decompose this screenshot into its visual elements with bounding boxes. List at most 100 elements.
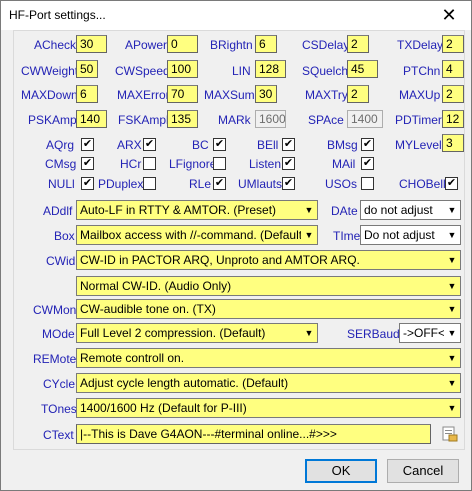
arx-label: ARX bbox=[117, 138, 142, 152]
cwweight-field[interactable]: 50 bbox=[76, 60, 98, 78]
cwmoni-value: CW-audible tone on. (TX) bbox=[80, 302, 216, 316]
rle-checkbox[interactable]: ✔ bbox=[213, 177, 226, 190]
tones-label: TOnes bbox=[41, 402, 77, 416]
fskampl-field[interactable]: 135 bbox=[167, 110, 198, 128]
pduplex-checkbox[interactable] bbox=[143, 177, 156, 190]
tones-select[interactable]: 1400/1600 Hz (Default for P-III) ▼ bbox=[76, 398, 461, 418]
chobell-label: CHOBell bbox=[399, 177, 446, 191]
pduplex-label: PDuplex bbox=[98, 177, 144, 191]
space-field: 1400 bbox=[347, 110, 383, 128]
bc-label: BC bbox=[192, 138, 209, 152]
maxerror-field[interactable]: 70 bbox=[167, 85, 198, 103]
umlauts-checkbox[interactable]: ✔ bbox=[282, 177, 295, 190]
csdelay-field[interactable]: 2 bbox=[347, 35, 369, 53]
maxup-label: MAXUp bbox=[399, 88, 441, 102]
cmsg-checkbox[interactable]: ✔ bbox=[81, 157, 94, 170]
pdtimer-field[interactable]: 12 bbox=[442, 110, 464, 128]
cwid-select[interactable]: CW-ID in PACTOR ARQ, Unproto and AMTOR A… bbox=[76, 250, 461, 270]
hcr-label: HCr bbox=[120, 157, 142, 171]
chevron-down-icon[interactable]: ▼ bbox=[444, 277, 460, 295]
brightn-field[interactable]: 6 bbox=[255, 35, 277, 53]
cancel-button[interactable]: Cancel bbox=[387, 459, 459, 483]
chevron-down-icon[interactable]: ▼ bbox=[444, 324, 460, 342]
cycle-select[interactable]: Adjust cycle length automatic. (Default)… bbox=[76, 373, 461, 393]
cwmoni-select[interactable]: CW-audible tone on. (TX) ▼ bbox=[76, 299, 461, 319]
title-bar: HF-Port settings... ✕ bbox=[1, 1, 471, 30]
cwid-mode-select[interactable]: Normal CW-ID. (Audio Only) ▼ bbox=[76, 276, 461, 296]
time-value: Do not adjust bbox=[364, 228, 435, 242]
aqrg-label: AQrg bbox=[46, 138, 75, 152]
close-icon[interactable]: ✕ bbox=[427, 1, 471, 30]
check-icon: ✔ bbox=[214, 138, 225, 150]
window-title: HF-Port settings... bbox=[9, 8, 106, 22]
nuli-checkbox[interactable]: ✔ bbox=[81, 177, 94, 190]
adelf-label: ADdlf bbox=[43, 204, 73, 218]
chevron-down-icon[interactable]: ▼ bbox=[444, 226, 460, 244]
arx-checkbox[interactable]: ✔ bbox=[143, 138, 156, 151]
cmsg-label: CMsg bbox=[45, 157, 77, 171]
pskampl-field[interactable]: 140 bbox=[76, 110, 107, 128]
hcr-checkbox[interactable] bbox=[143, 157, 156, 170]
lfignore-checkbox[interactable] bbox=[213, 157, 226, 170]
mark-label: MARk bbox=[218, 113, 251, 127]
serbaud-select[interactable]: ->OFF<- ▼ bbox=[399, 323, 461, 343]
time-select[interactable]: Do not adjust ▼ bbox=[360, 225, 461, 245]
cwspeed-label: CWSpeed bbox=[115, 64, 170, 78]
adelf-select[interactable]: Auto-LF in RTTY & AMTOR. (Preset) ▼ bbox=[76, 200, 318, 220]
lin-field[interactable]: 128 bbox=[255, 60, 286, 78]
bc-checkbox[interactable]: ✔ bbox=[213, 138, 226, 151]
squelch-field[interactable]: 45 bbox=[347, 60, 378, 78]
chevron-down-icon[interactable]: ▼ bbox=[444, 349, 460, 367]
mylevel-label: MYLevel bbox=[395, 138, 442, 152]
acheck-field[interactable]: 30 bbox=[76, 35, 107, 53]
usos-checkbox[interactable] bbox=[361, 177, 374, 190]
umlauts-label: UMlauts bbox=[238, 177, 283, 191]
chevron-down-icon[interactable]: ▼ bbox=[444, 300, 460, 318]
chevron-down-icon[interactable]: ▼ bbox=[444, 201, 460, 219]
apower-field[interactable]: 0 bbox=[167, 35, 198, 53]
cycle-value: Adjust cycle length automatic. (Default) bbox=[80, 376, 289, 390]
chevron-down-icon[interactable]: ▼ bbox=[444, 374, 460, 392]
check-icon: ✔ bbox=[283, 157, 294, 169]
bell-checkbox[interactable]: ✔ bbox=[282, 138, 295, 151]
ctext-field[interactable]: |--This is Dave G4AON---#terminal online… bbox=[76, 424, 431, 444]
ptchn-field[interactable]: 4 bbox=[442, 60, 464, 78]
chevron-down-icon[interactable]: ▼ bbox=[301, 324, 317, 342]
serbaud-label: SERBaud bbox=[347, 327, 400, 341]
chevron-down-icon[interactable]: ▼ bbox=[444, 399, 460, 417]
remote-select[interactable]: Remote controll on. ▼ bbox=[76, 348, 461, 368]
maxsum-field[interactable]: 30 bbox=[255, 85, 277, 103]
check-icon: ✔ bbox=[446, 177, 457, 189]
mode-select[interactable]: Full Level 2 compression. (Default) ▼ bbox=[76, 323, 318, 343]
cwweight-label: CWWeight bbox=[21, 64, 79, 78]
pskampl-label: PSKAmpl bbox=[28, 113, 80, 127]
listen-checkbox[interactable]: ✔ bbox=[282, 157, 295, 170]
maxdown-field[interactable]: 6 bbox=[76, 85, 98, 103]
chevron-down-icon[interactable]: ▼ bbox=[444, 251, 460, 269]
check-icon: ✔ bbox=[82, 157, 93, 169]
box-select[interactable]: Mailbox access with //-command. (Default… bbox=[76, 225, 318, 245]
adelf-value: Auto-LF in RTTY & AMTOR. (Preset) bbox=[80, 203, 277, 217]
nuli-label: NULl bbox=[48, 177, 75, 191]
chevron-down-icon[interactable]: ▼ bbox=[301, 201, 317, 219]
mail-checkbox[interactable]: ✔ bbox=[361, 157, 374, 170]
ok-button[interactable]: OK bbox=[305, 459, 377, 483]
cwid-mode-value: Normal CW-ID. (Audio Only) bbox=[80, 279, 232, 293]
apower-label: APower bbox=[125, 38, 168, 52]
usos-label: USOs bbox=[325, 177, 358, 191]
maxup-field[interactable]: 2 bbox=[442, 85, 464, 103]
cwid-value: CW-ID in PACTOR ARQ, Unproto and AMTOR A… bbox=[80, 253, 360, 267]
txdelay-field[interactable]: 2 bbox=[442, 35, 464, 53]
chevron-down-icon[interactable]: ▼ bbox=[301, 226, 317, 244]
cwspeed-field[interactable]: 100 bbox=[167, 60, 198, 78]
mode-value: Full Level 2 compression. (Default) bbox=[80, 326, 266, 340]
date-select[interactable]: do not adjust ▼ bbox=[360, 200, 461, 220]
bmsg-checkbox[interactable]: ✔ bbox=[361, 138, 374, 151]
squelch-label: SQuelch bbox=[302, 64, 349, 78]
aqrg-checkbox[interactable]: ✔ bbox=[81, 138, 94, 151]
rle-label: RLe bbox=[189, 177, 212, 191]
maxtry-field[interactable]: 2 bbox=[347, 85, 369, 103]
chobell-checkbox[interactable]: ✔ bbox=[445, 177, 458, 190]
mylevel-field[interactable]: 3 bbox=[442, 134, 464, 152]
folder-icon[interactable] bbox=[441, 425, 458, 442]
